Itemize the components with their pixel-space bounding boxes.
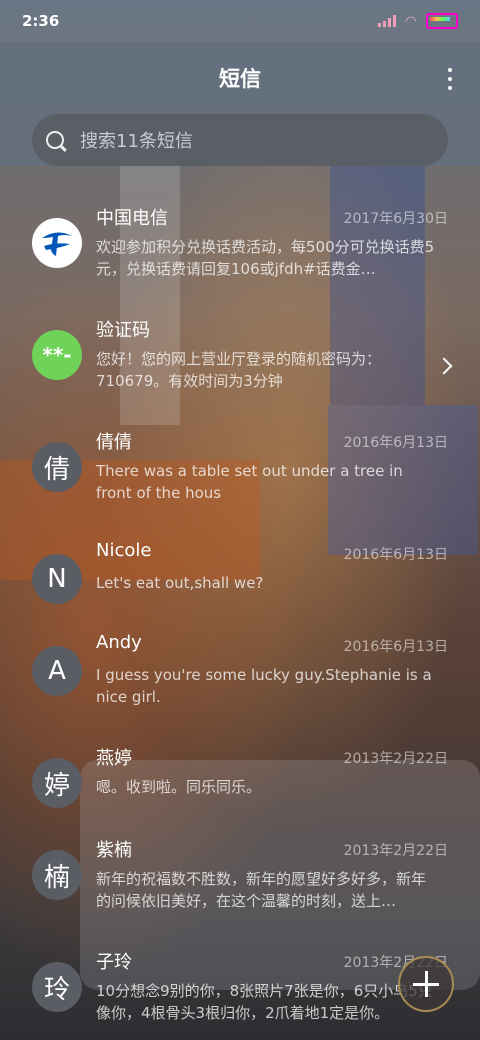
contact-name: 子玲 [96,952,132,973]
more-vertical-icon[interactable] [448,68,454,90]
plus-icon [413,971,439,997]
message-date: 2013年2月22日 [343,751,448,767]
message-date: 2016年6月13日 [343,547,448,563]
avatar: N [32,554,82,604]
conversation-item[interactable]: 婷 燕婷 2013年2月22日 嗯。收到啦。同乐同乐。 [0,736,480,836]
contact-name: 燕婷 [96,748,132,769]
conversation-item[interactable]: A Andy 2016年6月13日 I guess you're some lu… [0,624,480,724]
search-placeholder: 搜索11条短信 [80,131,193,152]
search-bar[interactable]: 搜索11条短信 [32,114,448,166]
contact-name: 验证码 [96,320,150,341]
contact-name: 紫楠 [96,840,132,861]
avatar: A [32,646,82,696]
contact-name: 倩倩 [96,432,132,453]
avatar: 婷 [32,758,82,808]
avatar: **- [32,330,82,380]
message-date: 2016年6月13日 [343,435,448,451]
avatar: 倩 [32,442,82,492]
avatar: 玲 [32,962,82,1012]
conversation-item[interactable]: 楠 紫楠 2013年2月22日 新年的祝福数不胜数，新年的愿望好多好多，新年的问… [0,828,480,928]
conversation-item[interactable]: 中国电信 2017年6月30日 欢迎参加积分兑换话费活动，每500分可兑换话费5… [0,196,480,296]
message-date: 2016年6月13日 [343,639,448,655]
message-preview: 10分想念9别的你，8张照片7张是你，6只小鸟5只像你，4根骨头3根归你，2爪着… [96,982,433,1022]
page-title: 短信 [219,67,261,91]
search-icon [46,131,64,149]
message-date: 2013年2月22日 [343,843,448,859]
app-bar: 短信 [0,42,480,114]
status-time: 2:36 [22,12,60,30]
message-preview: I guess you're some lucky guy.Stephanie … [96,666,432,706]
conversation-item[interactable]: N Nicole 2016年6月13日 Let's eat out,shall … [0,532,480,632]
message-preview: 欢迎参加积分兑换话费活动，每500分可兑换话费5元，兑换话费请回复106或jfd… [96,238,435,278]
avatar: 楠 [32,850,82,900]
message-preview: 嗯。收到啦。同乐同乐。 [96,778,262,796]
contact-name: Nicole [96,540,152,561]
signal-icon [378,15,396,27]
wifi-icon: ◠ [406,13,416,29]
conversation-item[interactable]: **- 验证码 您好！您的网上营业厅登录的随机密码为：710679。有效时间为3… [0,308,480,408]
battery-icon [426,13,458,29]
telecom-logo-icon [32,218,82,268]
message-preview: There was a table set out under a tree i… [96,462,403,502]
status-bar: 2:36 ◠ [0,0,480,42]
chevron-right-icon[interactable] [435,357,453,375]
message-preview: 您好！您的网上营业厅登录的随机密码为：710679。有效时间为3分钟 [96,350,382,390]
message-preview: Let's eat out,shall we? [96,574,264,592]
contact-name: 中国电信 [96,208,168,229]
status-icons: ◠ [378,13,458,29]
conversation-item[interactable]: 倩 倩倩 2016年6月13日 There was a table set ou… [0,420,480,520]
new-message-button[interactable] [398,956,454,1012]
message-date: 2017年6月30日 [343,211,448,227]
message-preview: 新年的祝福数不胜数，新年的愿望好多好多，新年的问候依旧美好，在这个温馨的时刻，送… [96,870,427,910]
contact-name: Andy [96,632,142,653]
